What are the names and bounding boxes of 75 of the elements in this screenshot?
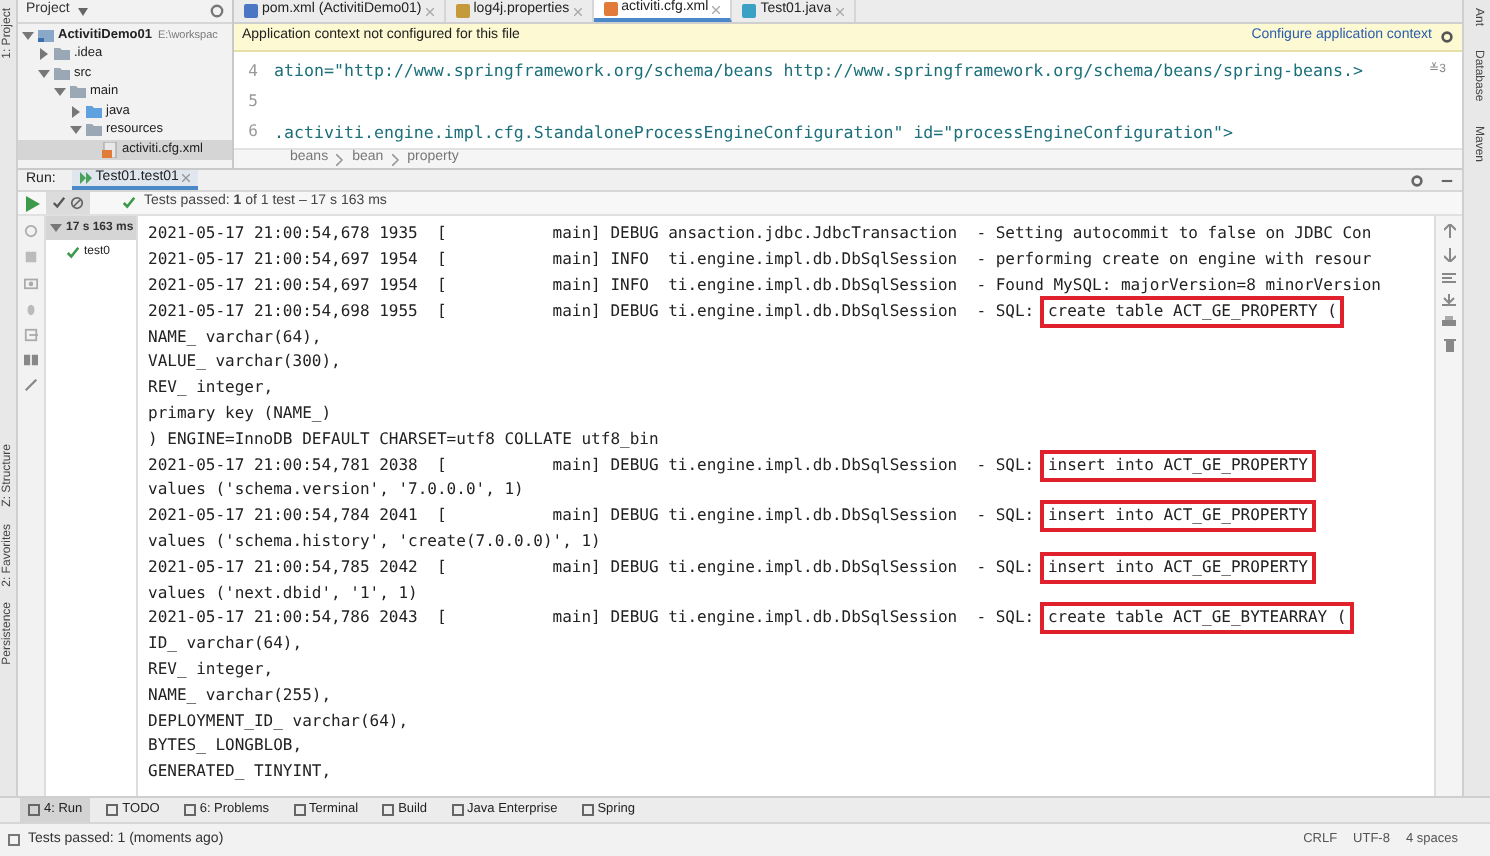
tool-icon <box>451 804 464 816</box>
close-icon[interactable] <box>182 174 191 182</box>
console-line: REV_ integer, <box>148 657 274 682</box>
console-line: DEPLOYMENT_ID_ varchar(64), <box>148 709 409 734</box>
sql-statement: insert into ACT_GE_PROPERTY <box>1043 453 1312 478</box>
run-config-icon <box>79 172 92 184</box>
tool-icon <box>106 804 119 816</box>
console-line: primary key (NAME_) <box>148 401 332 426</box>
tool-icon <box>382 804 395 816</box>
code-line: ation="http://www.springframework.org/schema/beans http://www.springframework.org/schema/beans/spring-beans.> <box>274 58 1363 84</box>
module-icon <box>38 27 54 44</box>
sql-statement: create table ACT_GE_PROPERTY ( <box>1043 299 1341 324</box>
console-line: 2021-05-17 21:00:54,697 1954 [ main] INFO ti.engine.impl.db.DbSqlSession - performing create on engine with resour <box>148 248 1372 273</box>
tool-icon <box>28 804 40 816</box>
close-icon[interactable] <box>712 5 721 13</box>
console-line: NAME_ varchar(64), <box>148 325 322 350</box>
file-icon <box>455 4 470 18</box>
wrap-icon[interactable] <box>1442 272 1456 284</box>
tool-icon <box>581 804 594 816</box>
console-line: ID_ varchar(64), <box>148 632 303 657</box>
check-icon <box>66 245 80 259</box>
print-icon[interactable] <box>1442 316 1456 328</box>
console-line: 2021-05-17 21:00:54,698 1955 [ main] DEBUG ti.engine.impl.db.DbSqlSession - SQL: <box>148 299 1037 324</box>
expand-arrow-icon[interactable] <box>50 222 62 234</box>
close-icon[interactable] <box>835 7 844 15</box>
collapse-arrow-icon[interactable] <box>70 105 82 118</box>
sql-statement: insert into ACT_GE_PROPERTY <box>1043 504 1312 529</box>
file-icon <box>244 4 258 18</box>
line-number: 6 <box>246 120 260 145</box>
console-line: 2021-05-17 21:00:54,786 2043 [ main] DEBUG ti.engine.impl.db.DbSqlSession - SQL: <box>148 606 1037 631</box>
chevron-icon <box>391 153 400 165</box>
console-line: VALUE_ varchar(300), <box>148 350 341 375</box>
line-number: 4 <box>246 59 260 84</box>
console-line: NAME_ varchar(255), <box>148 683 332 708</box>
console-line: REV_ integer, <box>148 376 274 401</box>
console-line: GENERATED_ TINYINT, <box>148 760 332 785</box>
tool-icon <box>293 804 306 816</box>
console-line: 2021-05-17 21:00:54,784 2041 [ main] DEBUG ti.engine.impl.db.DbSqlSession - SQL: <box>148 504 1037 529</box>
expand-arrow-icon[interactable] <box>70 124 82 137</box>
check-icon[interactable] <box>52 196 66 210</box>
collapse-arrow-icon[interactable] <box>38 48 50 61</box>
console-line: 2021-05-17 21:00:54,697 1954 [ main] INFO ti.engine.impl.db.DbSqlSession - Found MySQL: majorVersion=8 minorVersion <box>148 273 1381 298</box>
cancel-icon[interactable] <box>70 196 84 210</box>
sql-statement: create table ACT_GE_BYTEARRAY ( <box>1043 606 1351 631</box>
camera-icon[interactable] <box>24 276 38 290</box>
chevron-icon <box>336 153 345 165</box>
down-arrow-icon[interactable] <box>1443 248 1455 262</box>
close-icon[interactable] <box>425 7 434 15</box>
caret-icon[interactable] <box>77 7 88 15</box>
xml-file-icon <box>102 141 118 158</box>
file-icon <box>603 2 618 16</box>
line-number: 5 <box>246 89 260 114</box>
exit-icon[interactable] <box>24 328 38 342</box>
stop-icon[interactable] <box>24 250 38 264</box>
console-line: values ('next.dbid', '1', 1) <box>148 581 418 606</box>
console-line: values ('schema.history', 'create(7.0.0.0)', 1) <box>148 529 601 554</box>
file-icon <box>742 4 757 18</box>
trash-icon[interactable] <box>1443 338 1455 352</box>
console-line: 2021-05-17 21:00:54,781 2038 [ main] DEBUG ti.engine.impl.db.DbSqlSession - SQL: <box>148 453 1037 478</box>
check-icon <box>122 196 136 210</box>
console-line: 2021-05-17 21:00:54,678 1935 [ main] DEBUG ansaction.jdbc.JdbcTransaction - Setting autocommit to false on JDBC Con <box>148 222 1372 247</box>
code-line: .activiti.engine.impl.cfg.StandaloneProcessEngineConfiguration" id="processEngineConfiguration"> <box>274 120 1234 146</box>
tool-icon <box>183 804 196 816</box>
console-line: values ('schema.version', '7.0.0.0', 1) <box>148 478 524 503</box>
layout-icon[interactable] <box>24 354 38 366</box>
scroll-end-icon[interactable] <box>1442 294 1456 306</box>
run-icon[interactable] <box>25 195 39 211</box>
status-icon[interactable] <box>8 834 20 846</box>
sql-statement: insert into ACT_GE_PROPERTY <box>1043 555 1312 580</box>
console-line: BYTES_ LONGBLOB, <box>148 734 303 759</box>
console-line: ) ENGINE=InnoDB DEFAULT CHARSET=utf8 COLLATE utf8_bin <box>148 427 659 452</box>
close-icon[interactable] <box>573 7 582 15</box>
up-arrow-icon[interactable] <box>1443 224 1455 238</box>
console-line: 2021-05-17 21:00:54,785 2042 [ main] DEBUG ti.engine.impl.db.DbSqlSession - SQL: <box>148 555 1037 580</box>
expand-arrow-icon[interactable] <box>22 29 34 42</box>
